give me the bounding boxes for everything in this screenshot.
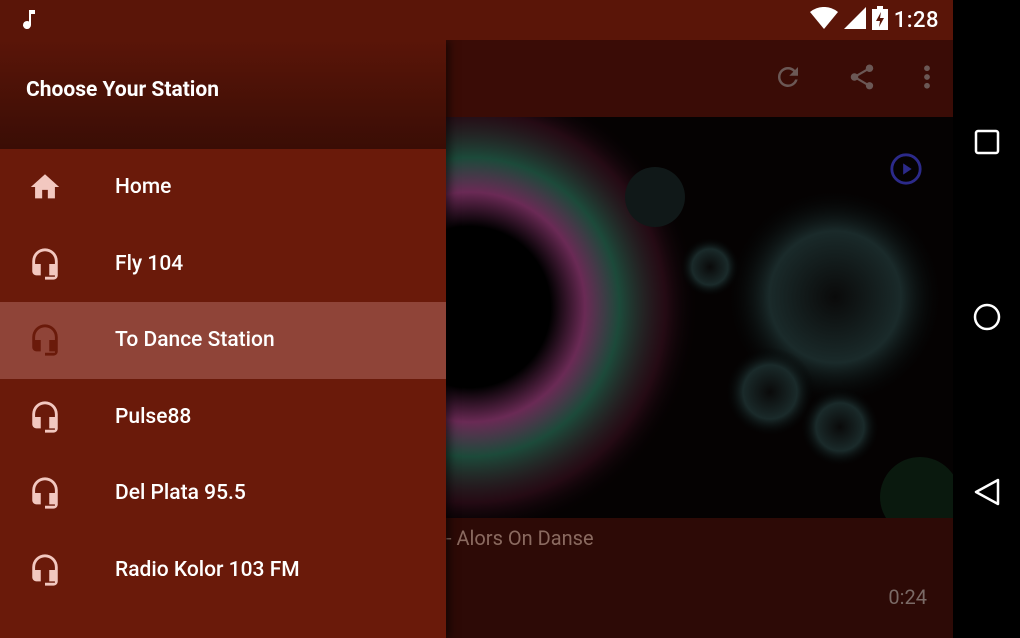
refresh-icon[interactable] xyxy=(773,62,803,96)
menu-item-label: To Dance Station xyxy=(115,328,275,353)
screen: - Alors On Danse 0:24 Choose Your Statio… xyxy=(0,0,1020,638)
circle-icon xyxy=(972,302,1002,336)
menu-item-radio-kolor[interactable]: Radio Kolor 103 FM xyxy=(0,532,446,609)
home-button[interactable] xyxy=(953,289,1020,349)
play-circle-icon[interactable] xyxy=(889,152,923,190)
menu-item-label: Del Plata 95.5 xyxy=(115,481,246,506)
menu-item-label: Pulse88 xyxy=(115,404,192,429)
clock: 1:28 xyxy=(893,7,939,33)
drawer-title: Choose Your Station xyxy=(26,78,219,102)
square-icon xyxy=(974,129,1000,159)
triangle-back-icon xyxy=(973,477,1001,511)
more-vert-icon[interactable] xyxy=(921,62,933,96)
home-icon xyxy=(28,170,62,204)
menu-item-fly-104[interactable]: Fly 104 xyxy=(0,226,446,303)
headphones-icon xyxy=(28,476,62,510)
recents-button[interactable] xyxy=(953,114,1020,174)
menu-item-pulse88[interactable]: Pulse88 xyxy=(0,379,446,456)
headphones-icon xyxy=(28,400,62,434)
elapsed-time: 0:24 xyxy=(888,585,927,609)
track-title: - Alors On Danse xyxy=(446,526,594,550)
menu-item-home[interactable]: Home xyxy=(0,149,446,226)
status-bar: 1:28 xyxy=(0,0,953,40)
menu-item-del-plata[interactable]: Del Plata 95.5 xyxy=(0,455,446,532)
menu-item-label: Radio Kolor 103 FM xyxy=(115,557,300,582)
drawer-header: Choose Your Station xyxy=(0,40,446,149)
headphones-icon xyxy=(28,247,62,281)
menu-item-to-dance-station[interactable]: To Dance Station xyxy=(0,302,446,379)
battery-charging-icon xyxy=(871,6,888,34)
wifi-icon xyxy=(809,6,838,33)
status-icons: 1:28 xyxy=(809,0,939,40)
station-list: Home Fly 104 To Dance Station Pulse88 De… xyxy=(0,149,446,608)
toolbar-actions xyxy=(773,40,933,117)
signal-icon xyxy=(843,7,866,33)
headphones-icon xyxy=(28,553,62,587)
menu-item-label: Home xyxy=(115,175,172,200)
headphones-icon xyxy=(28,323,62,357)
back-button[interactable] xyxy=(953,464,1020,524)
music-note-icon xyxy=(20,8,40,32)
system-navigation-bar xyxy=(953,0,1020,638)
menu-item-label: Fly 104 xyxy=(115,251,184,276)
navigation-drawer: Choose Your Station Home Fly 104 To Danc… xyxy=(0,40,446,638)
share-icon[interactable] xyxy=(847,62,877,96)
